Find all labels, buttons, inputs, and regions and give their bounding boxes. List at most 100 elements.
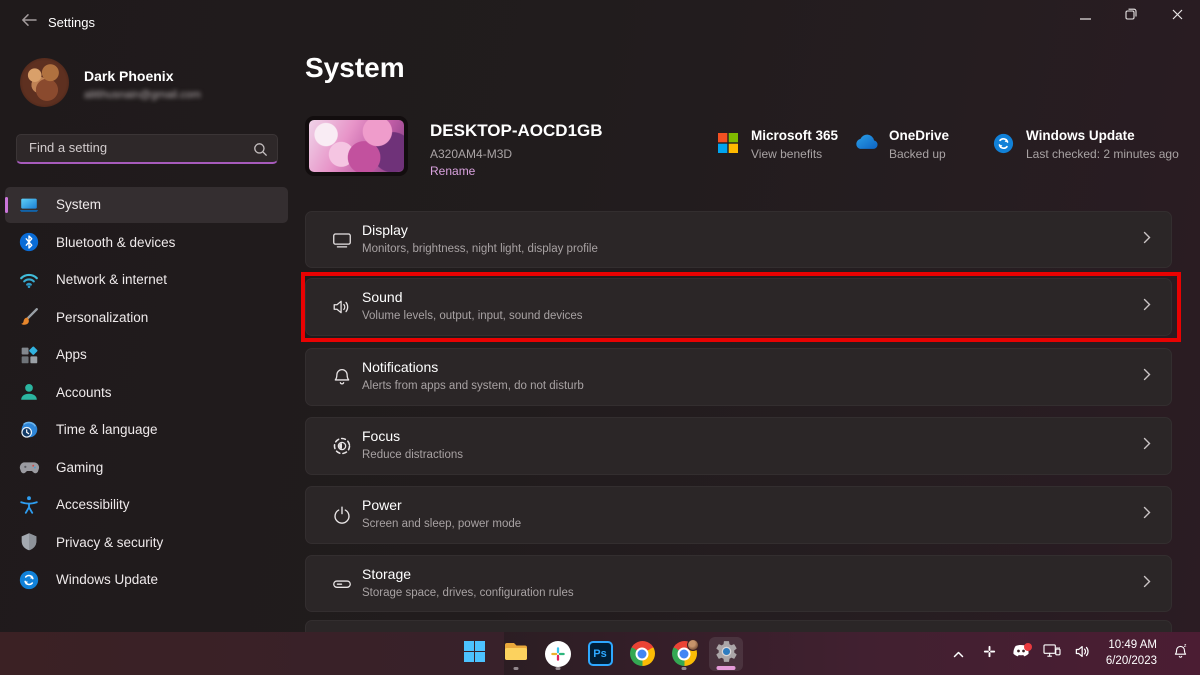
device-model: A320AM4-M3D [430,147,512,161]
settings-row-storage[interactable]: Storage Storage space, drives, configura… [305,555,1172,612]
tray-clock[interactable]: 10:49 AM 6/20/2023 [1106,638,1157,669]
slack-button[interactable] [541,637,575,671]
start-button[interactable] [457,637,491,671]
accounts-icon [17,380,41,404]
tray-notifications-button[interactable]: z [1168,639,1192,669]
chevron-right-icon [1143,437,1151,455]
taskbar: Ps [0,632,1200,675]
settings-row-partial[interactable] [305,620,1172,632]
minimize-button[interactable] [1062,0,1108,32]
tray-network-button[interactable] [1040,639,1064,669]
file-explorer-button[interactable] [499,637,533,671]
sidebar-item-label: Windows Update [56,572,158,587]
chevron-right-icon [1143,298,1151,316]
taskbar-center-icons: Ps [457,637,743,671]
row-title: Power [362,497,402,513]
chrome-button[interactable] [625,637,659,671]
row-title: Focus [362,428,400,444]
notification-bell-icon: z [1172,643,1189,665]
restore-icon [1125,7,1137,25]
tray-slack-button[interactable] [978,639,1002,669]
minimize-icon [1080,7,1091,25]
apps-icon [17,343,41,367]
window-title: Settings [48,15,95,30]
sidebar-item-label: Accessibility [56,497,130,512]
close-button[interactable] [1154,0,1200,32]
chevron-right-icon [1143,506,1151,524]
sidebar-item-accounts[interactable]: Accounts [5,374,288,410]
row-subtitle: Monitors, brightness, night light, displ… [362,243,598,255]
sidebar-item-accessibility[interactable]: Accessibility [5,487,288,523]
settings-row-display[interactable]: Display Monitors, brightness, night ligh… [305,211,1172,268]
settings-row-notifications[interactable]: Notifications Alerts from apps and syste… [305,348,1172,406]
status-card-onedrive[interactable]: OneDrive Backed up [853,128,949,161]
system-icon [17,193,41,217]
chevron-up-icon [953,645,964,663]
close-icon [1172,7,1183,25]
onedrive-icon [853,132,879,152]
sidebar-item-personalization[interactable]: Personalization [5,299,288,335]
settings-taskbar-button[interactable] [709,637,743,671]
slack-tray-icon [982,644,997,664]
chrome-profile-button[interactable] [667,637,701,671]
speaker-icon [1074,644,1091,664]
tray-chevron-up-button[interactable] [947,639,971,669]
sidebar-item-gaming[interactable]: Gaming [5,449,288,485]
row-subtitle: Screen and sleep, power mode [362,518,521,530]
sidebar-item-system[interactable]: System [5,187,288,223]
page-title: System [305,52,405,84]
personalization-icon [17,305,41,329]
accessibility-icon [17,493,41,517]
sidebar-item-windows-update[interactable]: Windows Update [5,562,288,598]
slack-icon [545,641,571,667]
sidebar-item-label: Personalization [56,310,148,325]
back-button[interactable] [14,10,44,34]
notifications-icon [330,365,354,389]
tray-volume-button[interactable] [1071,639,1095,669]
sidebar-item-label: Privacy & security [56,535,163,550]
rename-link[interactable]: Rename [430,164,475,178]
bluetooth-icon [17,230,41,254]
tray-discord-button[interactable] [1009,639,1033,669]
settings-gear-icon [714,639,739,669]
row-subtitle: Volume levels, output, input, sound devi… [362,310,583,322]
status-title: Microsoft 365 [751,128,838,143]
display-icon [330,228,354,252]
status-subtitle: Backed up [889,147,949,161]
sidebar-nav: System Bluetooth & devices Network & int… [5,185,288,599]
photoshop-button[interactable]: Ps [583,637,617,671]
status-card-microsoft-365[interactable]: Microsoft 365 View benefits [715,128,838,161]
sidebar-item-apps[interactable]: Apps [5,337,288,373]
row-title: Notifications [362,359,438,375]
sidebar-item-network[interactable]: Network & internet [5,262,288,298]
settings-row-focus[interactable]: Focus Reduce distractions [305,417,1172,475]
windows-start-icon [463,640,486,668]
search-input[interactable] [17,135,277,162]
network-icon [17,268,41,292]
sidebar-item-privacy-security[interactable]: Privacy & security [5,524,288,560]
avatar[interactable] [20,58,69,107]
device-name: DESKTOP-AOCD1GB [430,121,603,141]
sidebar-item-time-language[interactable]: Time & language [5,412,288,448]
sidebar-item-label: Network & internet [56,272,167,287]
restore-button[interactable] [1108,0,1154,32]
row-title: Display [362,222,408,238]
sidebar-item-bluetooth[interactable]: Bluetooth & devices [5,224,288,260]
settings-row-sound[interactable]: Sound Volume levels, output, input, soun… [305,278,1172,336]
tray-date: 6/20/2023 [1106,654,1157,670]
row-subtitle: Alerts from apps and system, do not dist… [362,380,584,392]
chevron-right-icon [1143,231,1151,249]
search-box[interactable] [16,134,278,164]
status-card-windows-update[interactable]: Windows Update Last checked: 2 minutes a… [990,128,1179,161]
chrome-icon [630,641,655,666]
row-title: Storage [362,566,411,582]
notification-badge [1024,643,1032,651]
sound-icon [330,295,354,319]
account-name: Dark Phoenix [84,68,173,84]
power-icon [330,503,354,527]
settings-row-power[interactable]: Power Screen and sleep, power mode [305,486,1172,544]
storage-icon [330,572,354,596]
gaming-icon [17,455,41,479]
system-tray: 10:49 AM 6/20/2023 z [947,632,1192,675]
chevron-right-icon [1143,575,1151,593]
